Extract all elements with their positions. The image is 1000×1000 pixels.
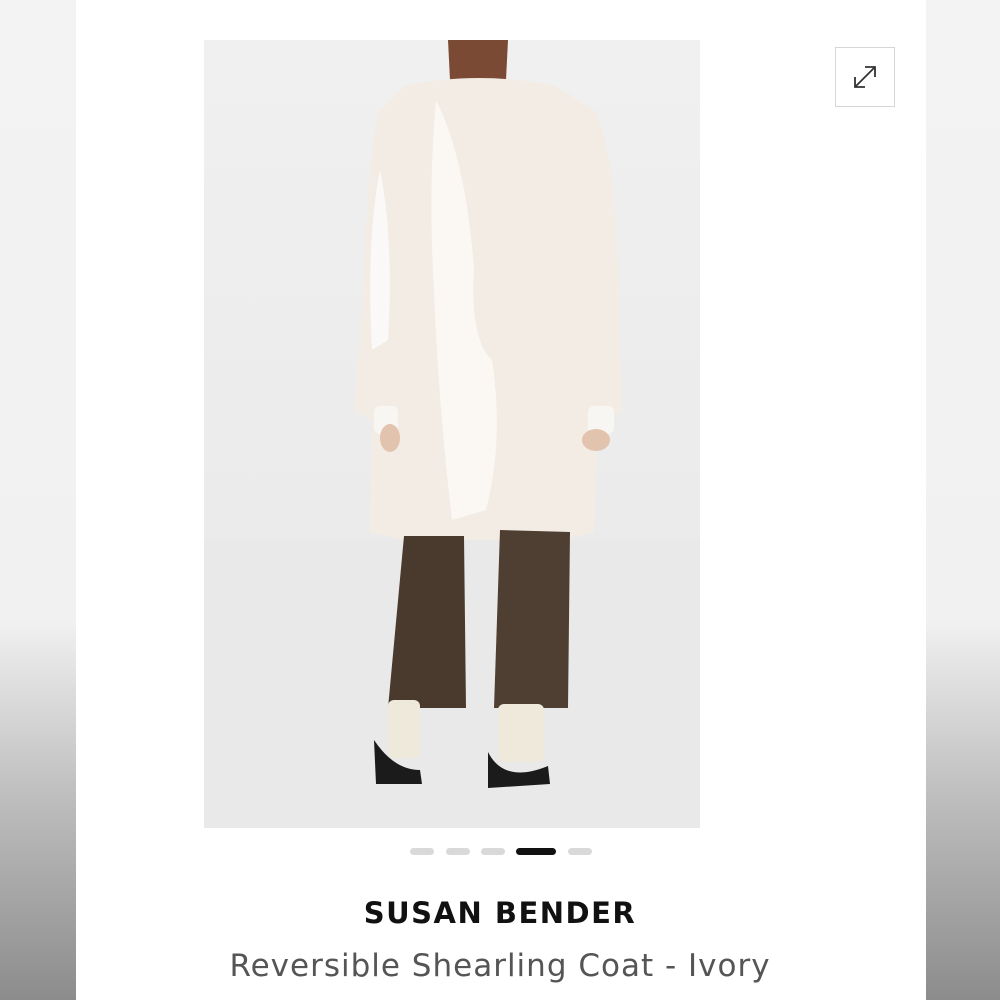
product-image[interactable] <box>204 40 700 828</box>
expand-image-button[interactable] <box>835 47 895 107</box>
gallery-dot-4[interactable] <box>516 848 556 855</box>
gallery-dot-2[interactable] <box>446 848 470 855</box>
gallery-pagination <box>410 846 600 858</box>
gallery-dot-5[interactable] <box>568 848 592 855</box>
product-brand[interactable]: SUSAN BENDER <box>0 896 1000 930</box>
gallery-dot-3[interactable] <box>481 848 505 855</box>
background-left-margin <box>0 0 76 1000</box>
gallery-dot-1[interactable] <box>410 848 434 855</box>
model-back-view-illustration <box>204 40 700 828</box>
product-title: Reversible Shearling Coat - Ivory <box>229 948 771 984</box>
expand-diagonal-arrows-icon <box>854 66 876 88</box>
background-right-margin <box>926 0 1000 1000</box>
